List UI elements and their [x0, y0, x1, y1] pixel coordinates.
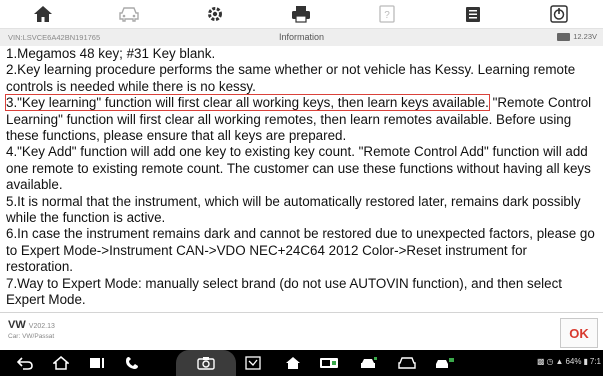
back-icon [17, 357, 33, 370]
screenshot-button[interactable] [191, 350, 221, 376]
help-button[interactable]: ? [344, 0, 430, 29]
make-label: VW [8, 319, 26, 331]
clock-time: 7:1 [589, 357, 601, 366]
info-line-1: 1.Megamos 48 key; #31 Key blank. [6, 46, 216, 61]
scan-icon [245, 356, 261, 370]
information-content[interactable]: 1.Megamos 48 key; #31 Key blank. 2.Key l… [0, 46, 603, 312]
info-line-2: 2.Key learning procedure performs the sa… [6, 62, 576, 94]
print-button[interactable] [258, 0, 344, 29]
info-line-7: 7.Way to Expert Mode: manually select br… [6, 275, 562, 308]
home-nav-button[interactable] [46, 350, 76, 376]
car-icon [398, 357, 416, 369]
info-line-3: 3."Key learning" function will first cle… [5, 94, 597, 144]
home-icon [34, 6, 52, 22]
scan-button[interactable] [238, 350, 268, 376]
page-title: Information [278, 32, 325, 42]
clock-icon: ◷ [546, 357, 554, 366]
vehicle-path: Car: VW/Passat [8, 333, 55, 340]
wifi-icon: ▲ [555, 357, 564, 366]
voltage-indicator: 12.23V [557, 32, 597, 41]
settings-button[interactable] [172, 0, 258, 29]
clipboard-icon [466, 7, 480, 22]
system-navbar: ▩ ◷ ▲ 64% ▮ 7:1 [0, 350, 603, 376]
gear-icon [208, 7, 222, 21]
programming-button[interactable] [430, 350, 460, 376]
ok-button[interactable]: OK [560, 318, 598, 348]
back-button[interactable] [10, 350, 40, 376]
vehicle-button[interactable] [86, 0, 172, 29]
home-icon [286, 357, 300, 369]
system-tray: ▩ ◷ ▲ 64% ▮ 7:1 [537, 357, 601, 366]
highlighted-text: 3."Key learning" function will first cle… [5, 94, 490, 112]
recent-apps-icon [90, 358, 104, 368]
info-line-6: 6.In case the instrument remains dark an… [6, 226, 595, 275]
vehicle-make: VW V202.13 [8, 319, 55, 331]
exit-icon [550, 5, 568, 23]
status-bar: VIN:LSVCE6A42BN191765 Information 12.23V [0, 29, 603, 46]
car-key-icon [436, 358, 454, 368]
car-wrench-icon [361, 357, 377, 368]
battery-icon: ▮ [583, 357, 588, 366]
software-version: V202.13 [28, 323, 55, 330]
vci-button[interactable] [314, 350, 344, 376]
footer-bar: VW V202.13 Car: VW/Passat OK [0, 312, 603, 350]
phone-icon [126, 357, 138, 369]
vehicle-battery-icon [557, 32, 571, 41]
car-icon [119, 7, 139, 22]
vehicle-nav-button[interactable] [354, 350, 384, 376]
info-line-5: 5.It is normal that the instrument, whic… [6, 193, 581, 226]
top-toolbar: ? [0, 0, 603, 29]
printer-icon [292, 6, 310, 23]
home-button[interactable] [0, 0, 86, 29]
info-line-4: 4."Key Add" function will add one key to… [6, 144, 591, 193]
battery-percent: 64% [565, 357, 582, 366]
vci-icon [320, 358, 338, 368]
remote-support-button[interactable] [118, 350, 148, 376]
camera-icon [197, 357, 215, 370]
exit-button[interactable] [516, 0, 602, 29]
svg-text:?: ? [384, 10, 390, 21]
help-icon: ? [379, 5, 395, 23]
message-icon: ▩ [536, 357, 545, 366]
voltage-value: 12.23V [573, 32, 597, 41]
recent-apps-button[interactable] [82, 350, 112, 376]
autel-home-button[interactable] [278, 350, 308, 376]
home-nav-icon [53, 356, 69, 370]
datalog-button[interactable] [430, 0, 516, 29]
car-nav-button[interactable] [392, 350, 422, 376]
